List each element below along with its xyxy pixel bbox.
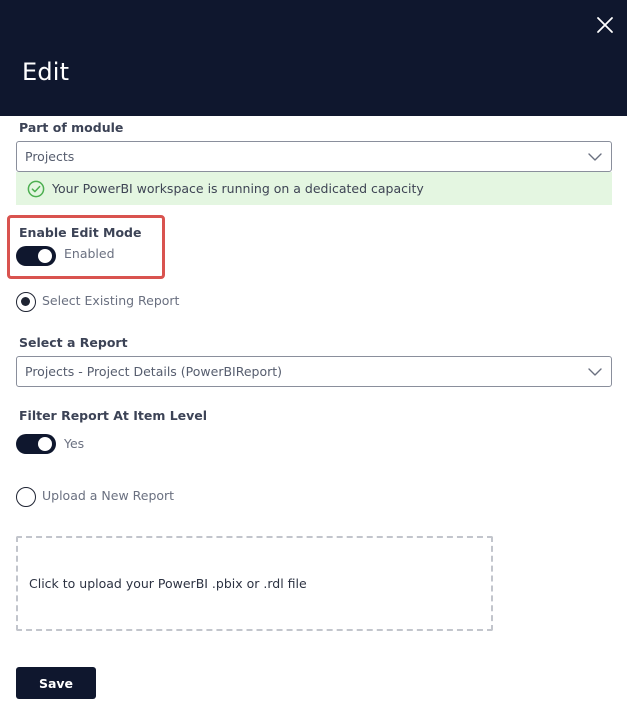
check-circle-icon	[27, 180, 45, 198]
toggle-knob	[38, 437, 52, 451]
chevron-down-icon	[588, 153, 602, 161]
close-button[interactable]	[594, 14, 616, 36]
close-icon	[597, 17, 613, 33]
capacity-notice: Your PowerBI workspace is running on a d…	[16, 172, 612, 205]
module-label: Part of module	[19, 120, 124, 135]
chevron-down-icon	[588, 368, 602, 376]
module-select-value: Projects	[25, 149, 75, 164]
save-button[interactable]: Save	[16, 667, 96, 699]
select-existing-report-label[interactable]: Select Existing Report	[42, 293, 179, 308]
filter-item-level-label: Filter Report At Item Level	[19, 408, 208, 423]
dialog-title: Edit	[22, 58, 70, 86]
upload-dropzone[interactable]: Click to upload your PowerBI .pbix or .r…	[16, 536, 493, 631]
upload-new-report-radio[interactable]	[16, 487, 36, 507]
edit-mode-label: Enable Edit Mode	[19, 225, 142, 240]
filter-item-level-state: Yes	[64, 436, 85, 451]
report-select-label: Select a Report	[19, 335, 128, 350]
dialog-header: Edit	[0, 0, 627, 116]
upload-new-report-label[interactable]: Upload a New Report	[42, 488, 174, 503]
select-existing-report-radio[interactable]	[16, 292, 36, 312]
capacity-notice-text: Your PowerBI workspace is running on a d…	[52, 181, 424, 196]
filter-item-level-toggle[interactable]	[16, 434, 56, 454]
module-select[interactable]: Projects	[16, 141, 612, 172]
report-select[interactable]: Projects - Project Details (PowerBIRepor…	[16, 356, 612, 387]
report-select-value: Projects - Project Details (PowerBIRepor…	[25, 364, 283, 379]
edit-mode-toggle[interactable]	[16, 246, 56, 266]
toggle-knob	[38, 249, 52, 263]
edit-mode-state: Enabled	[64, 246, 115, 261]
upload-dropzone-text: Click to upload your PowerBI .pbix or .r…	[29, 576, 307, 591]
